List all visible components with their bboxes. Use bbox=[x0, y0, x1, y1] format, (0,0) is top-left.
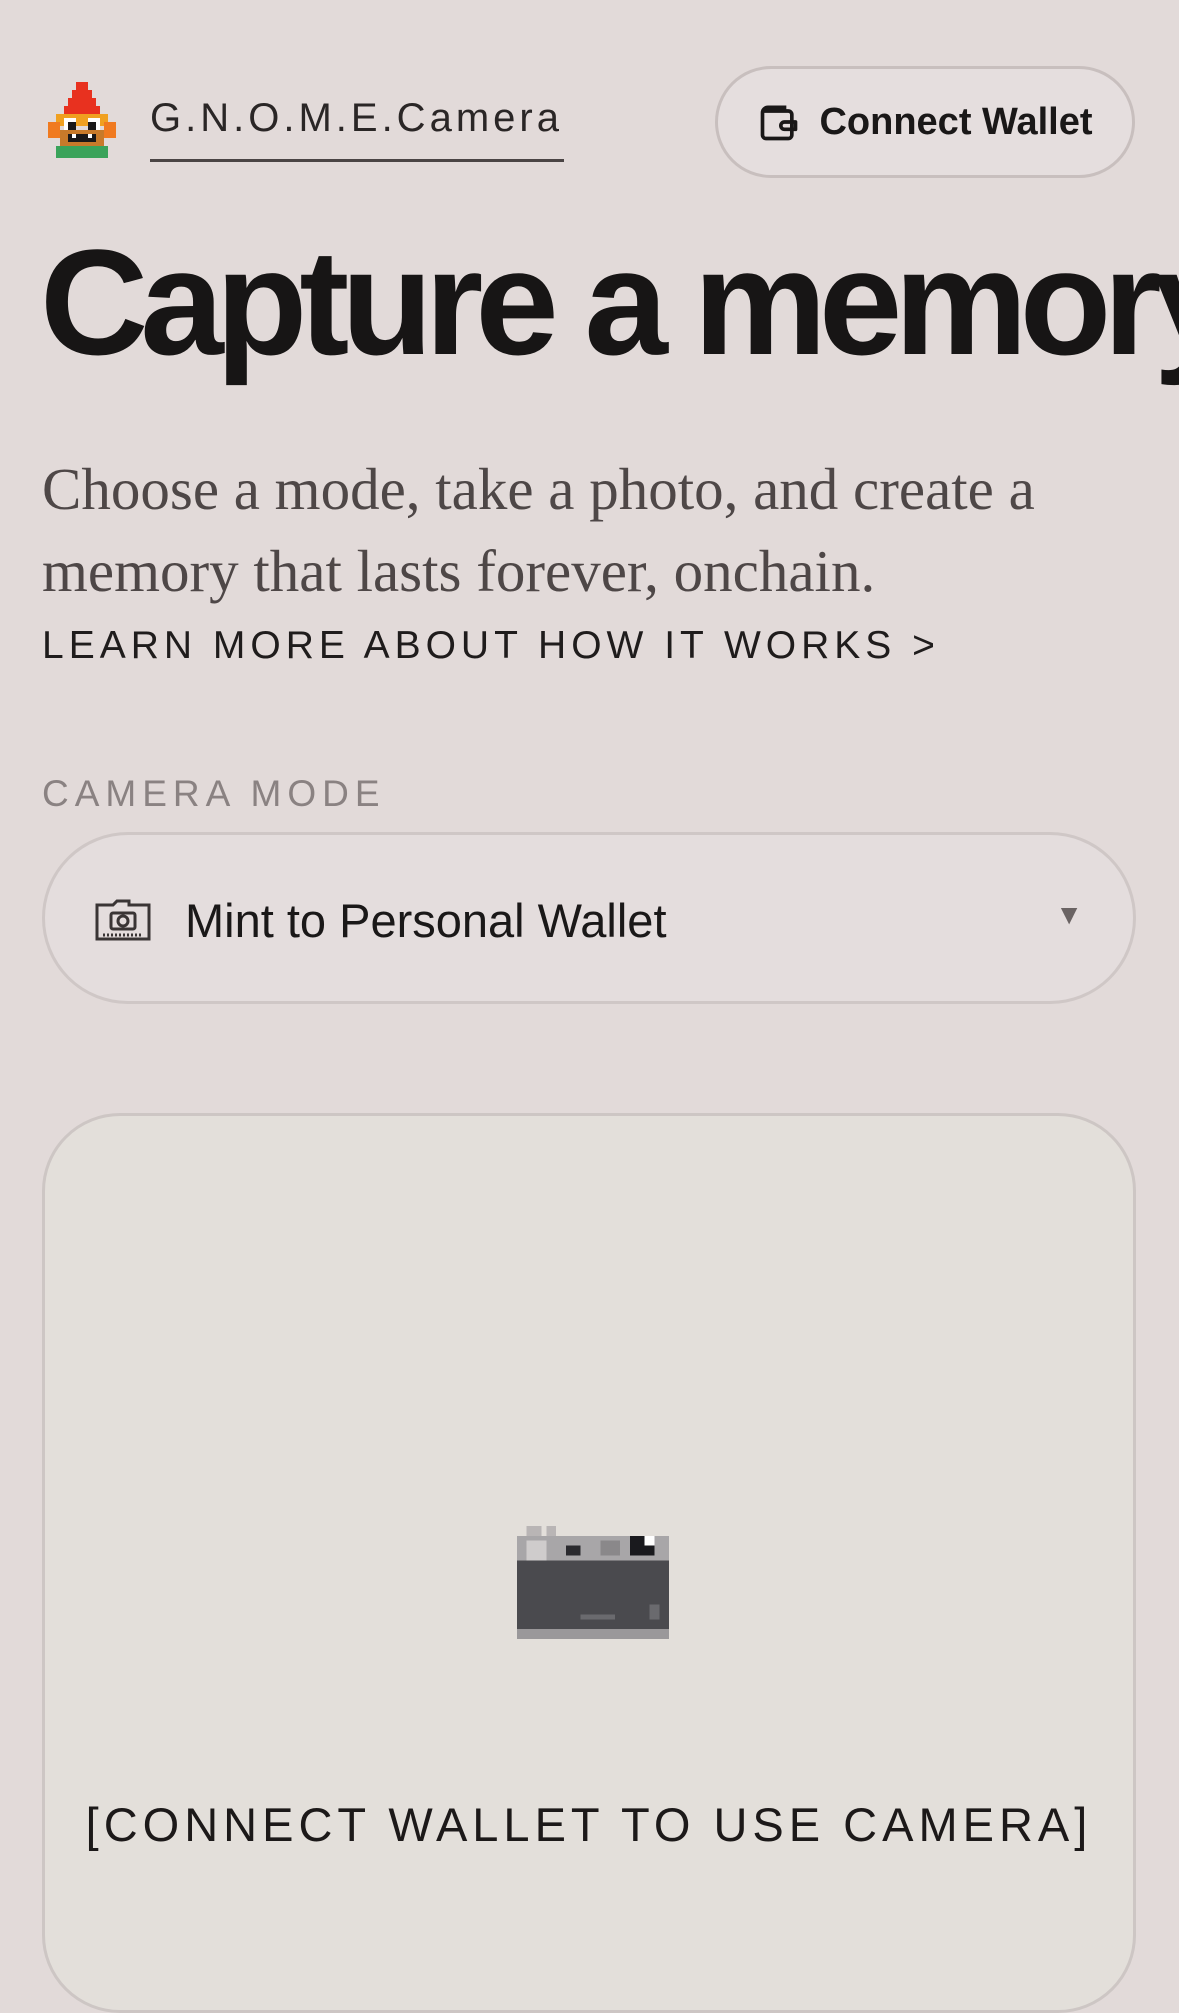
pixel-camera-icon bbox=[516, 1525, 670, 1639]
wallet-icon bbox=[761, 105, 798, 141]
camera-mode-value: Mint to Personal Wallet bbox=[185, 894, 667, 947]
connect-wallet-camera-message: [CONNECT WALLET TO USE CAMERA] bbox=[85, 1798, 1093, 1851]
connect-wallet-label: Connect Wallet bbox=[819, 100, 1093, 143]
connect-wallet-button[interactable]: Connect Wallet bbox=[715, 66, 1135, 178]
camera-mode-label: CAMERA MODE bbox=[42, 773, 386, 814]
brand-link[interactable]: G.N.O.M.E.Camera bbox=[150, 94, 564, 162]
gnome-logo-icon[interactable] bbox=[44, 82, 120, 162]
camera-panel: [CONNECT WALLET TO USE CAMERA] bbox=[42, 1113, 1136, 2013]
page-title: Capture a memory bbox=[40, 218, 1179, 386]
chevron-down-icon: ▼ bbox=[1055, 899, 1083, 930]
learn-more-link[interactable]: LEARN MORE ABOUT HOW IT WORKS > bbox=[42, 622, 940, 670]
header: G.N.O.M.E.Camera Connect Wallet bbox=[0, 0, 1179, 200]
page-subtitle: Choose a mode, take a photo, and create … bbox=[42, 456, 1035, 604]
camera-mode-select[interactable]: Mint to Personal Wallet ▼ bbox=[42, 832, 1136, 1004]
folder-camera-icon bbox=[95, 899, 151, 941]
